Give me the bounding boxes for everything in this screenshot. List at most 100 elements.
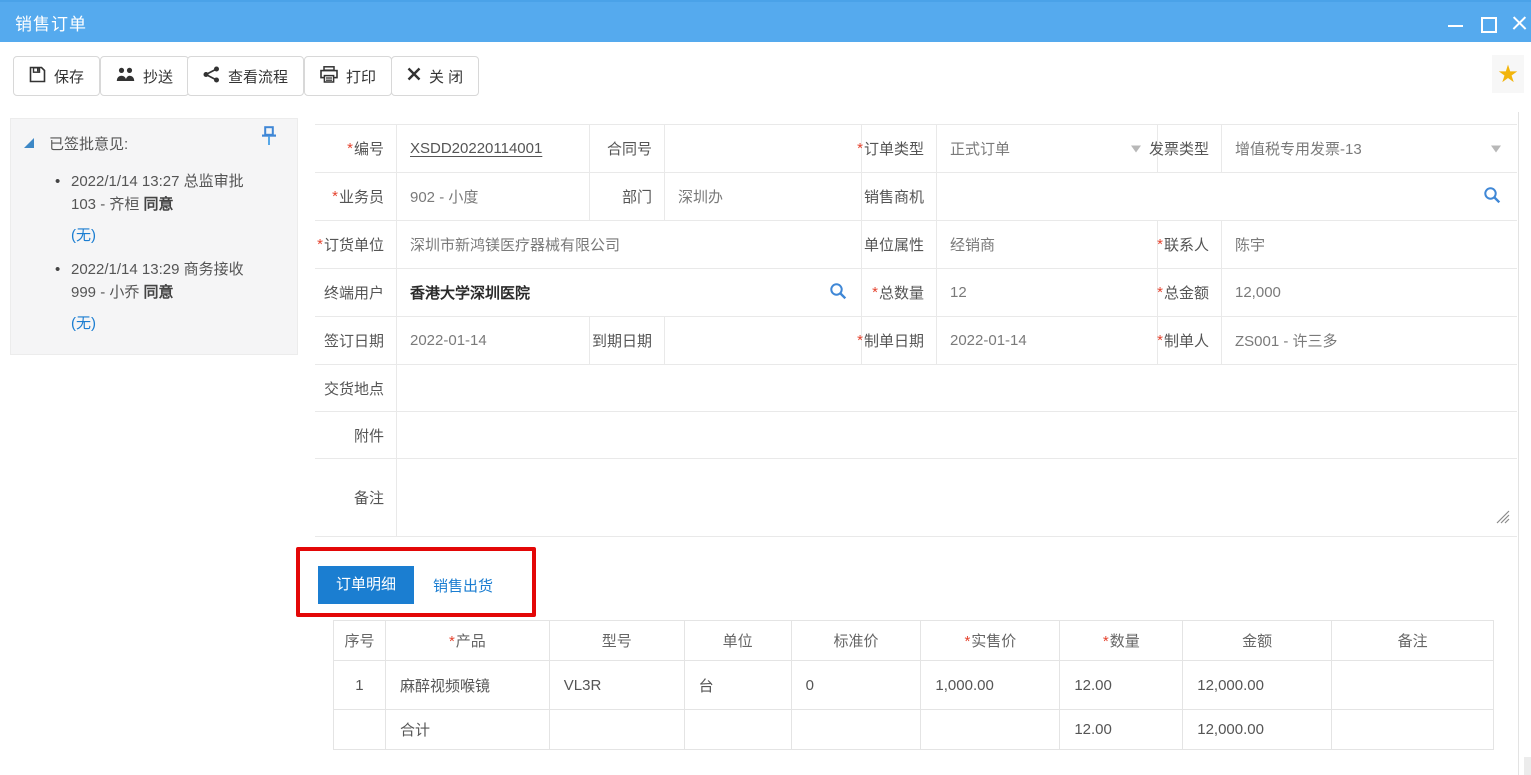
- tab-order-details[interactable]: 订单明细: [318, 566, 414, 604]
- content-right-divider: [1518, 112, 1519, 775]
- pin-icon[interactable]: [261, 126, 277, 150]
- approval-panel-title: 已签批意见:: [49, 136, 128, 153]
- ordering-unit-field[interactable]: 深圳市新鸿镁医疗器械有限公司: [397, 221, 862, 268]
- col-amount: 金额: [1183, 621, 1332, 661]
- label-sign-date: 签订日期: [315, 317, 397, 364]
- people-icon: [116, 67, 135, 86]
- attachment-none-link[interactable]: (无): [71, 226, 96, 246]
- salesman-field[interactable]: 902 - 小度: [397, 173, 590, 220]
- contract-no-field[interactable]: [665, 125, 862, 172]
- cell-std-price[interactable]: 0: [791, 661, 921, 710]
- cell-product[interactable]: 麻醉视频喉镜: [385, 661, 549, 710]
- opportunity-field[interactable]: [937, 173, 1517, 220]
- items-table: 序号 *产品 型号 单位 标准价 *实售价 *数量 金额 备注 1 麻醉视频喉镜…: [333, 620, 1494, 750]
- approval-list: • 2022/1/14 13:27 总监审批 103 - 齐桓 同意 (无) •…: [11, 170, 297, 346]
- label-delivery-place: 交货地点: [315, 365, 397, 411]
- cell-total-amount: 12,000.00: [1183, 710, 1332, 750]
- label-contact: *联系人: [1158, 221, 1222, 268]
- label-salesman: *业务员: [315, 173, 397, 220]
- total-amount-field[interactable]: 12,000: [1222, 269, 1517, 316]
- attachment-none-link[interactable]: (无): [71, 314, 96, 334]
- cell-remark[interactable]: [1332, 661, 1494, 710]
- table-total-row: 合计 12.00 12,000.00: [334, 710, 1494, 750]
- cell-blank: [334, 710, 386, 750]
- attachment-field[interactable]: [397, 412, 1517, 458]
- required-asterisk: *: [1157, 236, 1163, 253]
- label-doc-maker: *制单人: [1158, 317, 1222, 364]
- collapse-triangle-icon[interactable]: [24, 138, 34, 148]
- minimize-icon[interactable]: [1448, 16, 1463, 31]
- required-asterisk: *: [857, 140, 863, 157]
- col-qty: *数量: [1060, 621, 1183, 661]
- close-button[interactable]: 关 闭: [391, 56, 479, 96]
- resize-handle-icon[interactable]: [1495, 509, 1511, 529]
- invoice-type-select[interactable]: 增值税专用发票-13: [1222, 125, 1517, 172]
- cell-sell-price[interactable]: 1,000.00: [921, 661, 1060, 710]
- unit-property-field[interactable]: 经销商: [937, 221, 1158, 268]
- label-total-amount: *总金额: [1158, 269, 1222, 316]
- print-button[interactable]: 打印: [304, 56, 392, 96]
- sign-date-field[interactable]: 2022-01-14: [397, 317, 590, 364]
- tab-sales-shipment[interactable]: 销售出货: [433, 575, 493, 596]
- approval-comments-panel: 已签批意见: • 2022/1/14 13:27 总监审批 103 - 齐桓 同…: [10, 118, 298, 355]
- doc-maker-field[interactable]: ZS001 - 许三多: [1222, 317, 1517, 364]
- cell-model[interactable]: VL3R: [549, 661, 684, 710]
- order-type-select[interactable]: 正式订单: [937, 125, 1158, 172]
- table-row[interactable]: 1 麻醉视频喉镜 VL3R 台 0 1,000.00 12.00 12,000.…: [334, 661, 1494, 710]
- chevron-down-icon: [1131, 145, 1141, 152]
- required-asterisk: *: [317, 236, 323, 253]
- close-window-icon[interactable]: [1512, 16, 1527, 31]
- col-product: *产品: [385, 621, 549, 661]
- table-header-row: 序号 *产品 型号 单位 标准价 *实售价 *数量 金额 备注: [334, 621, 1494, 661]
- label-contract-no: 合同号: [590, 125, 665, 172]
- detail-tabs: 订单明细 销售出货: [318, 566, 493, 604]
- cell-qty[interactable]: 12.00: [1060, 661, 1183, 710]
- label-remark: 备注: [315, 459, 397, 536]
- window-controls: [1448, 2, 1529, 44]
- label-order-no: *编号: [315, 125, 397, 172]
- label-doc-date: *制单日期: [862, 317, 937, 364]
- maximize-icon[interactable]: [1480, 16, 1495, 31]
- cc-button[interactable]: 抄送: [100, 56, 189, 96]
- contact-field[interactable]: 陈宇: [1222, 221, 1517, 268]
- label-unit-property: 单位属性: [862, 221, 937, 268]
- col-sell-price: *实售价: [921, 621, 1060, 661]
- label-invoice-type: 发票类型: [1158, 125, 1222, 172]
- favorite-button[interactable]: ★: [1492, 55, 1524, 93]
- toolbar: 保存 抄送 查看流程 打印 关 闭 ★: [0, 42, 1531, 108]
- close-x-icon: [407, 67, 421, 85]
- cell-total-label: 合计: [385, 710, 549, 750]
- order-form: *编号 XSDD20220114001 合同号 *订单类型 正式订单 发票类型 …: [315, 124, 1517, 537]
- required-asterisk: *: [1157, 332, 1163, 349]
- doc-date-field[interactable]: 2022-01-14: [937, 317, 1158, 364]
- cell-total-qty: 12.00: [1060, 710, 1183, 750]
- scrollbar-corner[interactable]: [1524, 757, 1531, 775]
- label-order-type: *订单类型: [862, 125, 937, 172]
- col-model: 型号: [549, 621, 684, 661]
- cell-amount[interactable]: 12,000.00: [1183, 661, 1332, 710]
- required-asterisk: *: [332, 188, 338, 205]
- search-icon[interactable]: [1483, 186, 1501, 208]
- col-unit: 单位: [684, 621, 791, 661]
- approval-item: • 2022/1/14 13:29 商务接收 999 - 小乔 同意 (无): [71, 258, 297, 346]
- required-asterisk: *: [872, 284, 878, 301]
- star-icon: ★: [1497, 60, 1519, 89]
- save-button[interactable]: 保存: [13, 56, 100, 96]
- total-qty-field[interactable]: 12: [937, 269, 1158, 316]
- cell-unit[interactable]: 台: [684, 661, 791, 710]
- due-date-field[interactable]: [665, 317, 862, 364]
- label-end-user: 终端用户: [315, 269, 397, 316]
- end-user-field[interactable]: 香港大学深圳医院: [397, 269, 862, 316]
- col-seq: 序号: [334, 621, 386, 661]
- remark-field[interactable]: [397, 459, 1517, 536]
- department-field[interactable]: 深圳办: [665, 173, 862, 220]
- label-total-qty: *总数量: [862, 269, 937, 316]
- window-titlebar: 销售订单: [0, 0, 1531, 42]
- delivery-place-field[interactable]: [397, 365, 1517, 411]
- search-icon[interactable]: [829, 282, 847, 304]
- view-flow-button[interactable]: 查看流程: [187, 56, 304, 96]
- order-no-field[interactable]: XSDD20220114001: [397, 125, 590, 172]
- label-department: 部门: [590, 173, 665, 220]
- col-remark: 备注: [1332, 621, 1494, 661]
- required-asterisk: *: [347, 140, 353, 157]
